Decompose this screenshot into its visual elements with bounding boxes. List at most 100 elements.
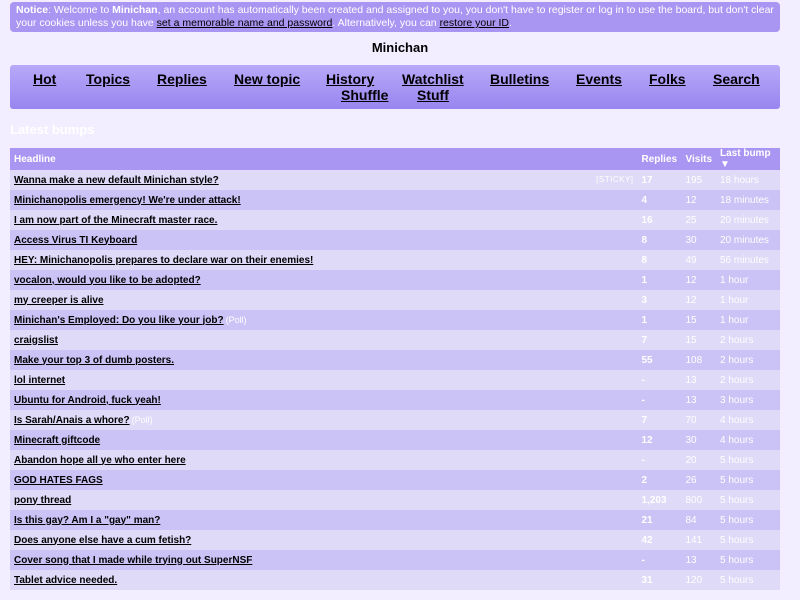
visits-cell: 12 [681, 270, 716, 290]
topic-link[interactable]: my creeper is alive [14, 295, 104, 306]
topic-link[interactable]: pony thread [14, 495, 71, 506]
visits-cell: 195 [681, 170, 716, 190]
table-row: Minichanopolis emergency! We're under at… [10, 190, 780, 210]
visits-cell: 12 [681, 190, 716, 210]
table-row: [STICKY] Wanna make a new default Minicha… [10, 170, 780, 190]
table-row: vocalon, would you like to be adopted? 1 1… [10, 270, 780, 290]
table-row: Minecraft giftcode 12 30 4 hours [10, 430, 780, 450]
restore-id-link[interactable]: restore your ID [440, 17, 509, 29]
topic-link[interactable]: Minichanopolis emergency! We're under at… [14, 195, 241, 206]
table-row: craigslist 7 15 2 hours [10, 330, 780, 350]
replies-cell: 42 [637, 530, 682, 550]
nav-events[interactable]: Events [576, 71, 622, 87]
notice-banner: Notice: Welcome to Minichan, an account … [10, 2, 780, 32]
topic-link[interactable]: Access Virus TI Keyboard [14, 235, 137, 246]
topic-link[interactable]: Abandon hope all ye who enter here [14, 455, 186, 466]
replies-cell: 17 [637, 170, 682, 190]
headline-cell: GOD HATES FAGS [10, 470, 638, 490]
nav-topics[interactable]: Topics [86, 71, 130, 87]
main-nav: Hot Topics Replies New topic History Wat… [10, 65, 780, 109]
headline-cell: HEY: Minichanopolis prepares to declare … [10, 250, 638, 270]
headline-cell: craigslist [10, 330, 638, 350]
visits-column-header: Visits [681, 148, 716, 170]
topic-link[interactable]: Wanna make a new default Minichan style? [14, 175, 219, 186]
visits-cell: 108 [681, 350, 716, 370]
nav-stuff[interactable]: Stuff [417, 87, 449, 103]
headline-cell: Make your top 3 of dumb posters. [10, 350, 638, 370]
nav-search[interactable]: Search [713, 71, 760, 87]
visits-cell: 15 [681, 330, 716, 350]
topic-link[interactable]: lol internet [14, 375, 65, 386]
topic-link[interactable]: Minichan's Employed: Do you like your jo… [14, 315, 224, 326]
topic-link[interactable]: craigslist [14, 335, 58, 346]
replies-cell: 21 [637, 510, 682, 530]
headline-cell: Cover song that I made while trying out … [10, 550, 638, 570]
topic-link[interactable]: Is Sarah/Anais a whore? [14, 415, 130, 426]
replies-cell: 2 [637, 470, 682, 490]
visits-cell: 120 [681, 570, 716, 590]
visits-cell: 70 [681, 410, 716, 430]
topic-link[interactable]: Does anyone else have a cum fetish? [14, 535, 191, 546]
poll-tag: (Poll) [225, 314, 247, 325]
notice-text: . [509, 17, 512, 29]
last-bump-cell: 5 hours [716, 550, 780, 570]
topic-link[interactable]: GOD HATES FAGS [14, 475, 103, 486]
headline-cell: [STICKY] Wanna make a new default Minicha… [10, 170, 638, 190]
topic-link[interactable]: HEY: Minichanopolis prepares to declare … [14, 255, 313, 266]
last-bump-cell: 1 hour [716, 310, 780, 330]
headline-cell: Abandon hope all ye who enter here [10, 450, 638, 470]
nav-shuffle[interactable]: Shuffle [341, 87, 388, 103]
set-name-password-link[interactable]: set a memorable name and password [157, 17, 333, 29]
nav-history[interactable]: History [326, 71, 374, 87]
nav-new-topic[interactable]: New topic [234, 71, 300, 87]
notice-label: Notice [16, 4, 49, 16]
visits-cell: 800 [681, 490, 716, 510]
nav-bulletins[interactable]: Bulletins [490, 71, 549, 87]
visits-cell: 12 [681, 290, 716, 310]
last-bump-cell: 4 hours [716, 430, 780, 450]
topic-link[interactable]: Make your top 3 of dumb posters. [14, 355, 174, 366]
nav-replies[interactable]: Replies [157, 71, 207, 87]
replies-cell: - [637, 450, 682, 470]
table-row: Is this gay? Am I a "gay" man? 21 84 5 hour… [10, 510, 780, 530]
topic-link[interactable]: Cover song that I made while trying out … [14, 555, 252, 566]
visits-cell: 26 [681, 470, 716, 490]
last-bump-cell: 5 hours [716, 570, 780, 590]
replies-cell: 55 [637, 350, 682, 370]
notice-text: . Alternatively, you can [332, 17, 440, 29]
topic-link[interactable]: Is this gay? Am I a "gay" man? [14, 515, 160, 526]
headline-cell: Minecraft giftcode [10, 430, 638, 450]
table-row: I am now part of the Minecraft master ra… [10, 210, 780, 230]
topic-link[interactable]: vocalon, would you like to be adopted? [14, 275, 201, 286]
last-bump-cell: 2 hours [716, 350, 780, 370]
table-row: Minichan's Employed: Do you like your jo… [10, 310, 780, 330]
replies-cell: 1 [637, 310, 682, 330]
headline-cell: Minichan's Employed: Do you like your jo… [10, 310, 638, 330]
visits-cell: 13 [681, 370, 716, 390]
replies-cell: 8 [637, 250, 682, 270]
last-bump-cell: 5 hours [716, 490, 780, 510]
topic-link[interactable]: Minecraft giftcode [14, 435, 100, 446]
site-title: Minichan [371, 40, 429, 55]
last-bump-cell: 5 hours [716, 470, 780, 490]
table-row: Tablet advice needed. 31 120 5 hours [10, 570, 780, 590]
nav-folks[interactable]: Folks [649, 71, 686, 87]
topic-link[interactable]: Ubuntu for Android, fuck yeah! [14, 395, 161, 406]
replies-cell: 7 [637, 410, 682, 430]
headline-cell: Access Virus TI Keyboard [10, 230, 638, 250]
visits-cell: 84 [681, 510, 716, 530]
table-row: HEY: Minichanopolis prepares to declare … [10, 250, 780, 270]
topic-link[interactable]: I am now part of the Minecraft master ra… [14, 215, 217, 226]
replies-cell: 31 [637, 570, 682, 590]
replies-cell: 1 [637, 270, 682, 290]
last-bump-column-header[interactable]: Last bump ▼ [716, 148, 780, 170]
visits-cell: 20 [681, 450, 716, 470]
topic-link[interactable]: Tablet advice needed. [14, 575, 117, 586]
last-bump-cell: 56 minutes [716, 250, 780, 270]
last-bump-cell: 5 hours [716, 450, 780, 470]
headline-cell: Is Sarah/Anais a whore? (Poll) [10, 410, 638, 430]
last-bump-cell: 18 hours [716, 170, 780, 190]
visits-cell: 13 [681, 390, 716, 410]
nav-hot[interactable]: Hot [33, 71, 56, 87]
nav-watchlist[interactable]: Watchlist [402, 71, 464, 87]
